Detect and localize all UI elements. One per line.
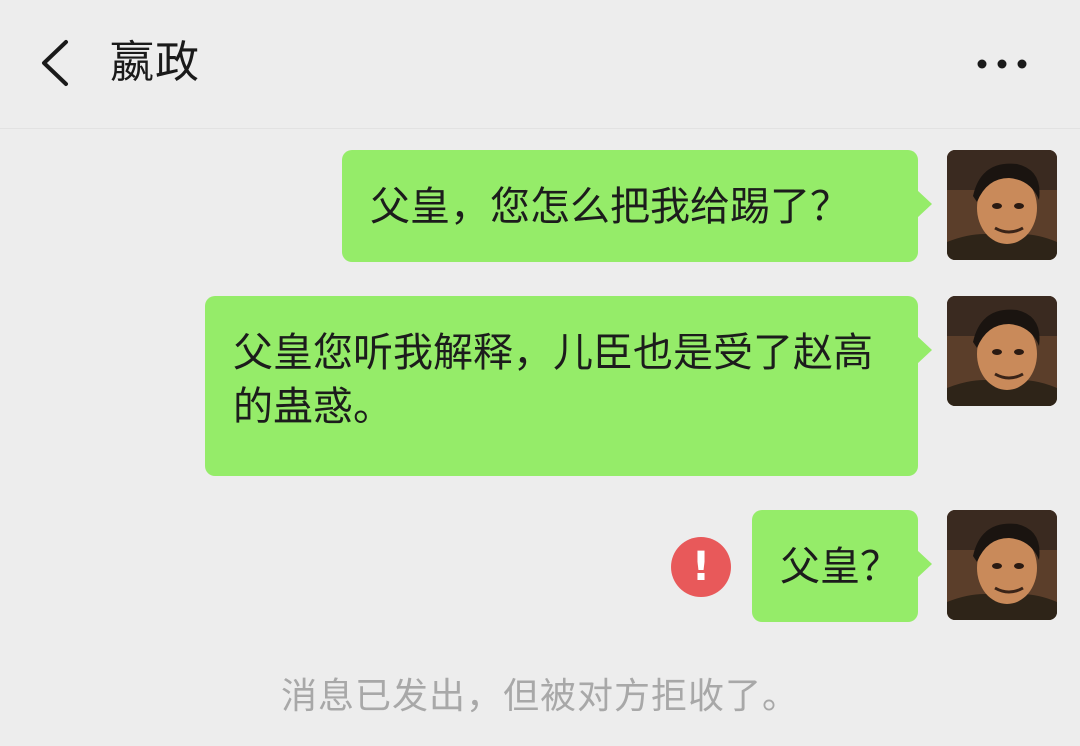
avatar[interactable] [947, 510, 1057, 620]
message-text: 父皇？ [780, 544, 900, 590]
chat-title: 嬴政 [110, 37, 200, 88]
send-failed-icon[interactable]: ! [671, 537, 731, 597]
chat-header: 嬴政 [0, 0, 1080, 129]
avatar[interactable] [947, 296, 1057, 406]
more-horizontal-icon [977, 59, 1027, 69]
message-bubble[interactable]: 父皇，您怎么把我给踢了？ [342, 150, 932, 262]
message-bubble[interactable]: 父皇？ [752, 510, 932, 622]
exclamation-icon: ! [691, 544, 711, 590]
avatar[interactable] [947, 150, 1057, 260]
chevron-left-icon [42, 40, 68, 86]
message-text: 父皇您听我解释，儿臣也是受了赵高的蛊惑。 [233, 330, 873, 430]
more-options-button[interactable] [966, 44, 1038, 84]
message-bubble[interactable]: 父皇您听我解释，儿臣也是受了赵高的蛊惑。 [205, 296, 932, 476]
system-notice: 消息已发出，但被对方拒收了。 [280, 676, 799, 717]
message-text: 父皇，您怎么把我给踢了？ [370, 184, 850, 230]
message-list: 父皇，您怎么把我给踢了？ 父皇您听我解释，儿臣也是受了赵高的蛊惑。 ! 父皇？ … [0, 129, 1080, 746]
portrait-avatar-image [947, 296, 1057, 406]
portrait-avatar-image [947, 510, 1057, 620]
portrait-avatar-image [947, 150, 1057, 260]
back-button[interactable] [28, 34, 84, 92]
